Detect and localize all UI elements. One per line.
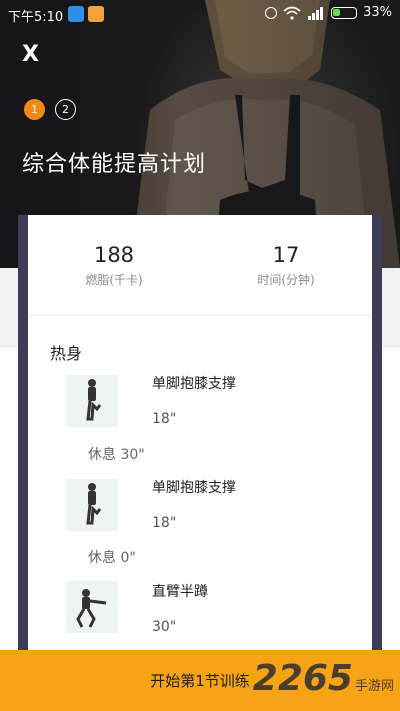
section-title: 热身	[50, 344, 83, 363]
watermark-logo: 2265 手游网	[253, 658, 394, 700]
exercise-thumbnail[interactable]	[66, 375, 118, 427]
exercise-name[interactable]: 单脚抱膝支撑	[152, 373, 236, 393]
calories-label: 燃脂(千卡)	[85, 273, 143, 287]
watermark-text: 手游网	[354, 679, 394, 694]
exercise-name[interactable]: 单脚抱膝支撑	[152, 477, 236, 497]
calories-stat: 188 燃脂(千卡)	[54, 243, 174, 288]
card-divider	[28, 315, 372, 316]
exercise-thumbnail[interactable]	[66, 479, 118, 531]
step-1[interactable]: 1	[24, 99, 45, 120]
watermark-number: 2265	[252, 658, 353, 699]
app-notification-icon	[68, 6, 84, 22]
duration-value: 17	[272, 243, 300, 267]
step-2[interactable]: 2	[55, 99, 76, 120]
wifi-icon	[283, 6, 301, 20]
exercise-figure-icon	[86, 483, 102, 525]
app-notification-icon-2	[88, 6, 104, 22]
exercise-duration: 30"	[152, 619, 177, 635]
page-title: 综合体能提高计划	[22, 152, 207, 177]
status-bar: 下午5:10 33%	[0, 0, 400, 28]
battery-percent: 33%	[363, 5, 392, 20]
status-time: 下午5:10	[8, 10, 64, 25]
battery-icon	[331, 6, 358, 19]
plan-card: 188 燃脂(千卡) 17 时间(分钟) 热身 单脚抱膝支撑 18" 休息 30…	[28, 215, 372, 655]
exercise-figure-icon	[86, 379, 102, 421]
exercise-duration: 18"	[152, 411, 177, 427]
duration-label: 时间(分钟)	[257, 273, 315, 287]
rest-time: 休息 30"	[88, 447, 145, 463]
close-button[interactable]: X	[22, 42, 42, 67]
calories-value: 188	[93, 243, 135, 267]
exercise-name[interactable]: 直臂半蹲	[152, 581, 208, 601]
step-indicator: 1 2	[24, 99, 76, 120]
signal-icon	[308, 6, 324, 20]
exercise-figure-icon	[76, 589, 107, 628]
exercise-thumbnail[interactable]	[66, 581, 118, 633]
duration-stat: 17 时间(分钟)	[226, 243, 346, 288]
alarm-icon	[265, 6, 278, 19]
exercise-duration: 18"	[152, 515, 177, 531]
rest-time: 休息 0"	[88, 550, 136, 566]
start-training-bar[interactable]: 开始第1节训练 2265 手游网	[0, 650, 400, 711]
